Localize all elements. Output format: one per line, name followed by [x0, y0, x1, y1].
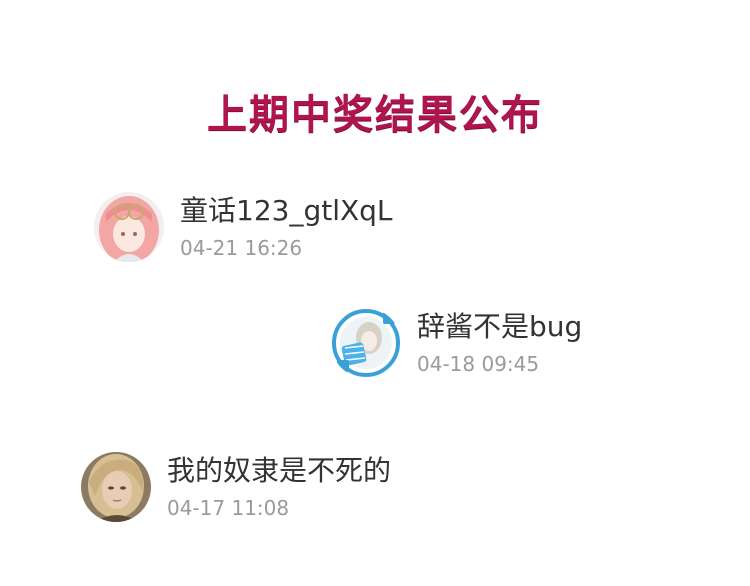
winner-timestamp: 04-21 16:26 — [180, 236, 303, 260]
winner-username[interactable]: 辞酱不是bug — [417, 309, 582, 345]
avatar[interactable] — [331, 308, 401, 378]
avatar[interactable] — [81, 452, 151, 522]
blonde-portrait-icon — [81, 452, 151, 522]
winner-entry[interactable]: 辞酱不是bug 04-18 09:45 — [331, 308, 582, 378]
avatar[interactable] — [94, 192, 164, 262]
anime-girl-blue-frame-icon — [331, 308, 401, 378]
announcement-title: 上期中奖结果公布 — [207, 92, 543, 138]
winners-announcement-page: 上期中奖结果公布 童话123_gtlXqL 04-21 16:26 辞酱不是bu… — [0, 0, 750, 586]
anime-girl-pink-hair-icon — [94, 192, 164, 262]
winner-entry[interactable]: 我的奴隶是不死的 04-17 11:08 — [81, 452, 391, 522]
winner-entry[interactable]: 童话123_gtlXqL 04-21 16:26 — [94, 192, 393, 262]
winner-username[interactable]: 我的奴隶是不死的 — [167, 453, 391, 489]
winner-timestamp: 04-18 09:45 — [417, 352, 540, 376]
winner-timestamp: 04-17 11:08 — [167, 496, 290, 520]
winner-username[interactable]: 童话123_gtlXqL — [180, 193, 393, 229]
